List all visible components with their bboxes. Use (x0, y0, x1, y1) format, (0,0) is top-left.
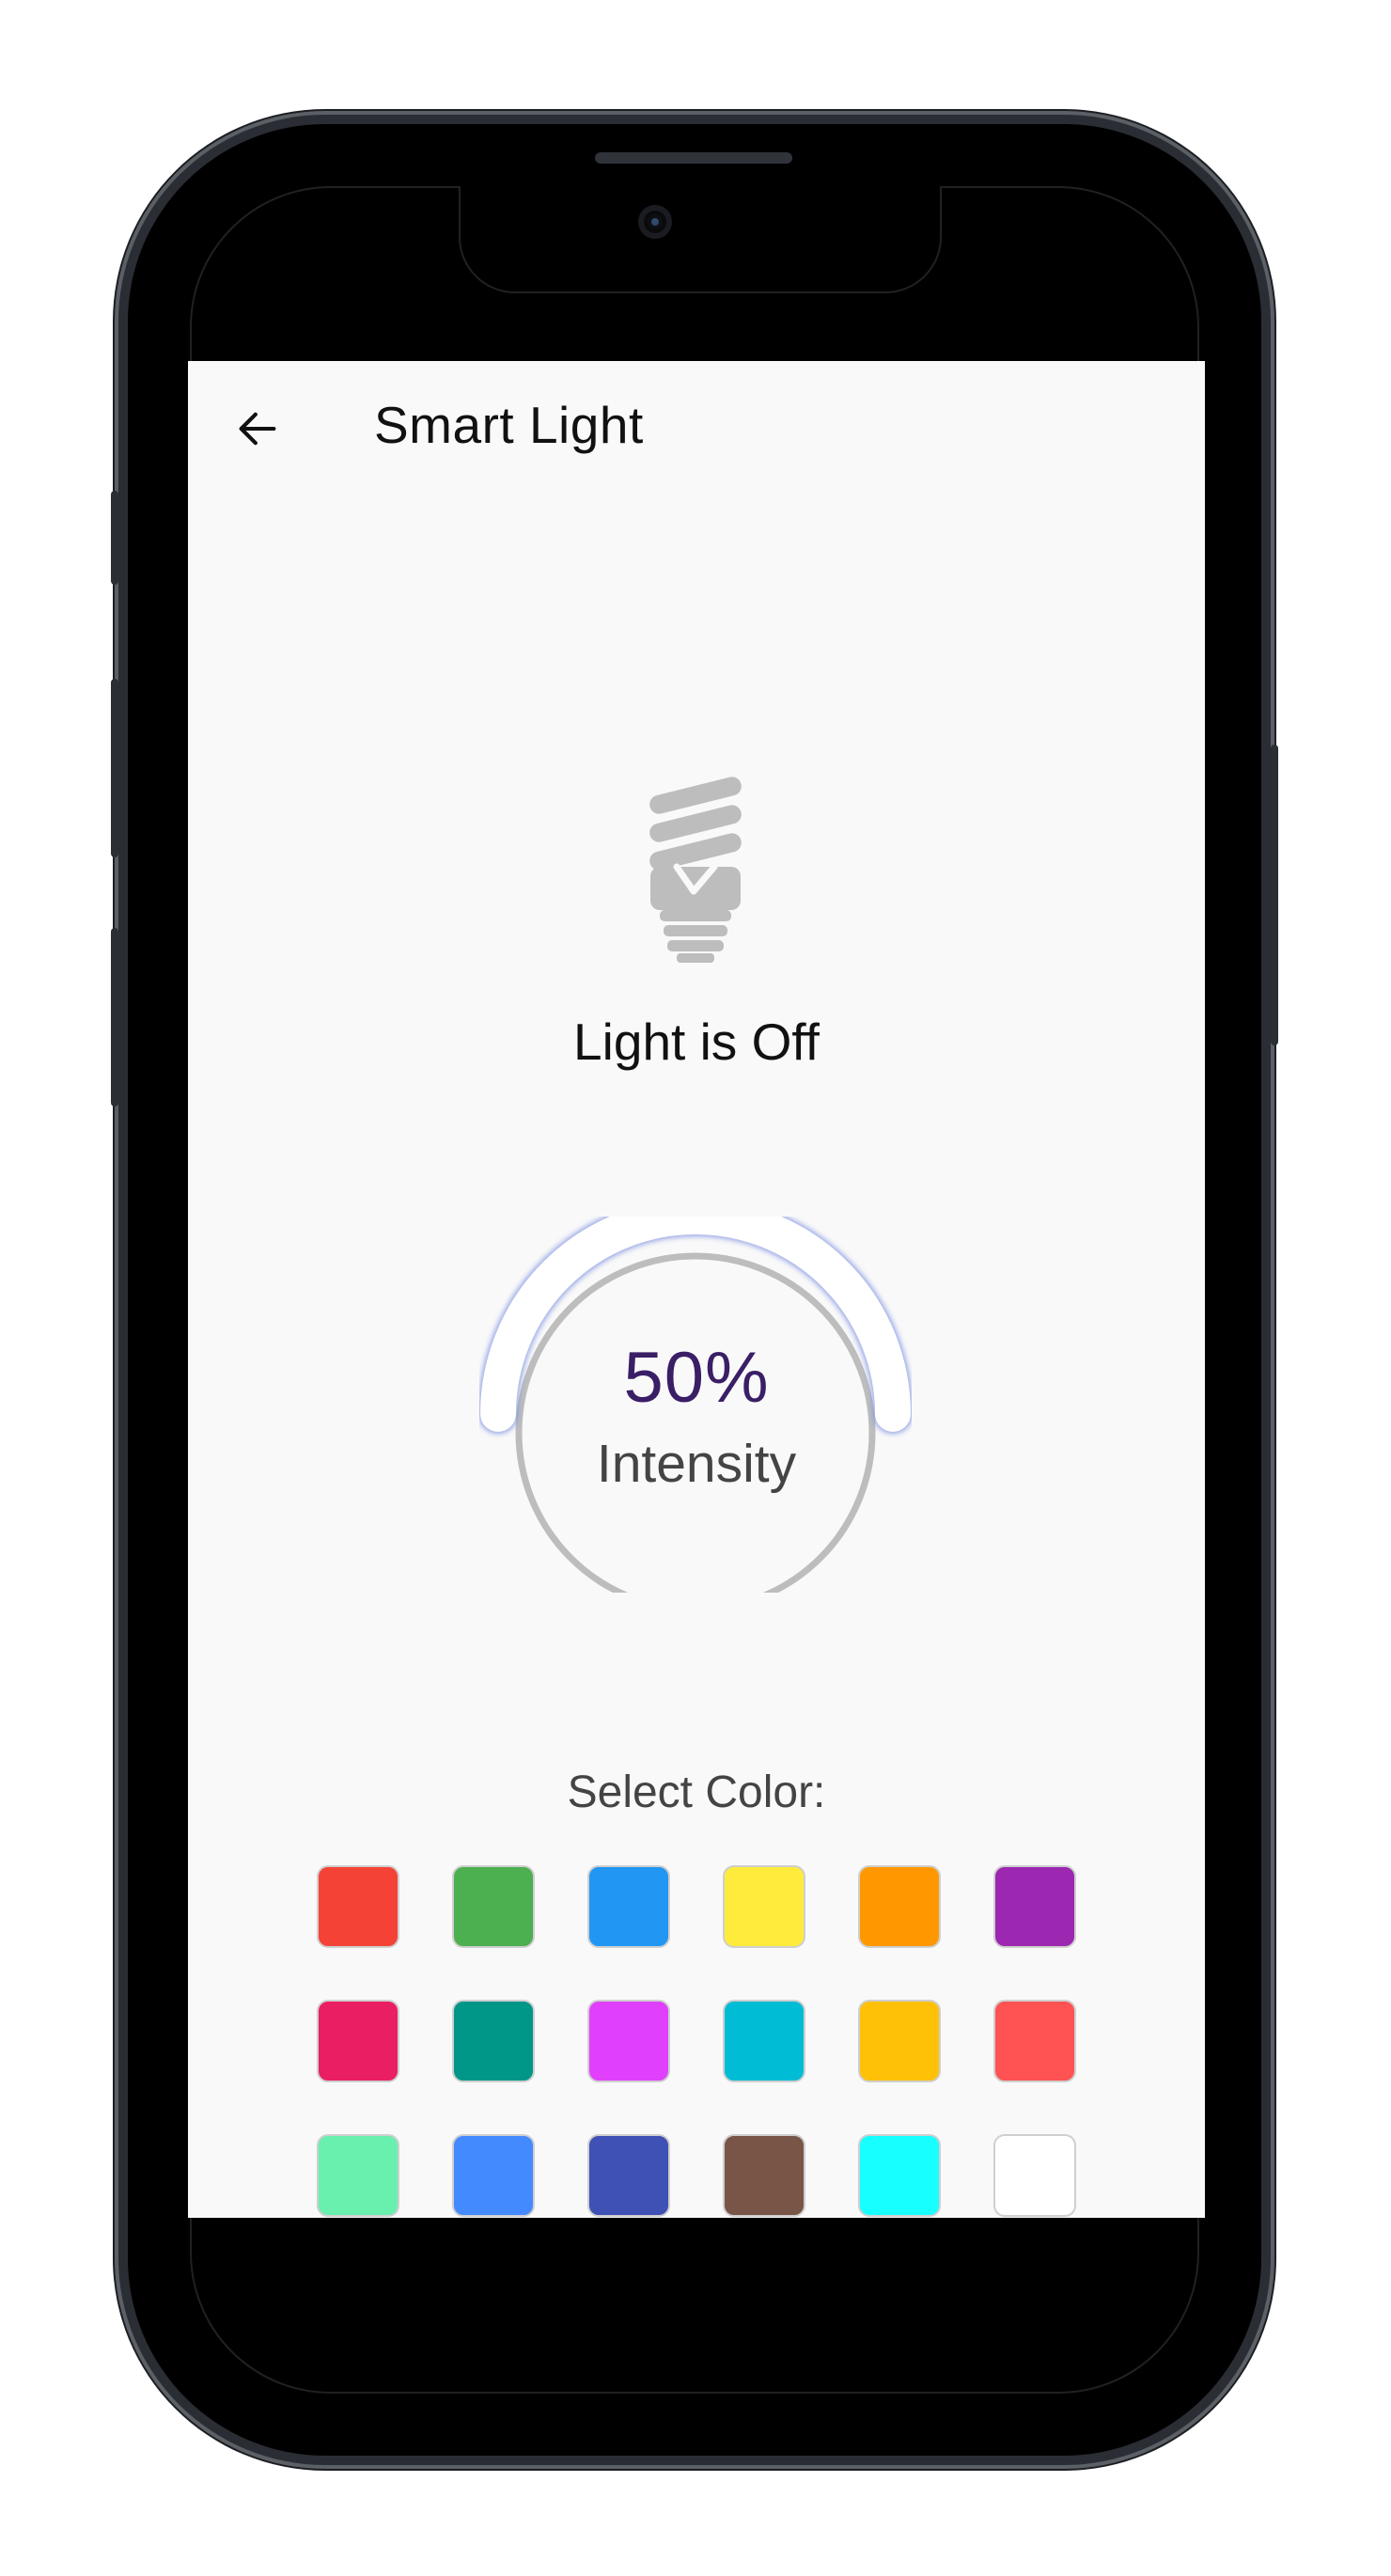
cfl-bulb-icon (649, 777, 742, 963)
color-swatch[interactable] (452, 2134, 535, 2217)
color-swatch[interactable] (587, 2134, 670, 2217)
color-swatch[interactable] (858, 2000, 941, 2082)
phone-frame: Smart Light Light is Off 50% Intensity S… (111, 124, 1278, 2456)
color-swatch[interactable] (587, 1865, 670, 1948)
color-swatch[interactable] (317, 1865, 399, 1948)
light-status: Light is Off (573, 1013, 820, 1071)
color-swatch[interactable] (858, 1865, 941, 1948)
color-swatch[interactable] (317, 2134, 399, 2217)
app-screen: Smart Light Light is Off 50% Intensity S… (188, 361, 1205, 2218)
color-swatch[interactable] (993, 2134, 1076, 2217)
color-swatch[interactable] (587, 2000, 670, 2082)
color-swatch[interactable] (723, 2134, 805, 2217)
camera-icon (638, 205, 672, 239)
arrow-left-icon (239, 412, 276, 446)
power-button (1271, 745, 1278, 1045)
color-swatch[interactable] (993, 2000, 1076, 2082)
speaker-grille (595, 152, 792, 164)
color-swatch[interactable] (452, 1865, 535, 1948)
volume-up-button (111, 679, 118, 857)
color-swatch[interactable] (858, 2134, 941, 2217)
color-swatch-grid (317, 1865, 1087, 2217)
intensity-value: 50% (623, 1338, 770, 1418)
silent-switch (111, 491, 118, 585)
back-button[interactable] (227, 399, 288, 459)
volume-down-button (111, 928, 118, 1107)
color-swatch[interactable] (993, 1865, 1076, 1948)
page-title: Smart Light (374, 396, 644, 454)
app-bar: Smart Light (188, 361, 1205, 493)
color-swatch[interactable] (317, 2000, 399, 2082)
intensity-label: Intensity (596, 1434, 797, 1494)
color-swatch[interactable] (452, 2000, 535, 2082)
notch (459, 186, 942, 293)
select-color-label: Select Color: (567, 1767, 826, 1817)
color-swatch[interactable] (723, 2000, 805, 2082)
color-swatch[interactable] (723, 1865, 805, 1948)
